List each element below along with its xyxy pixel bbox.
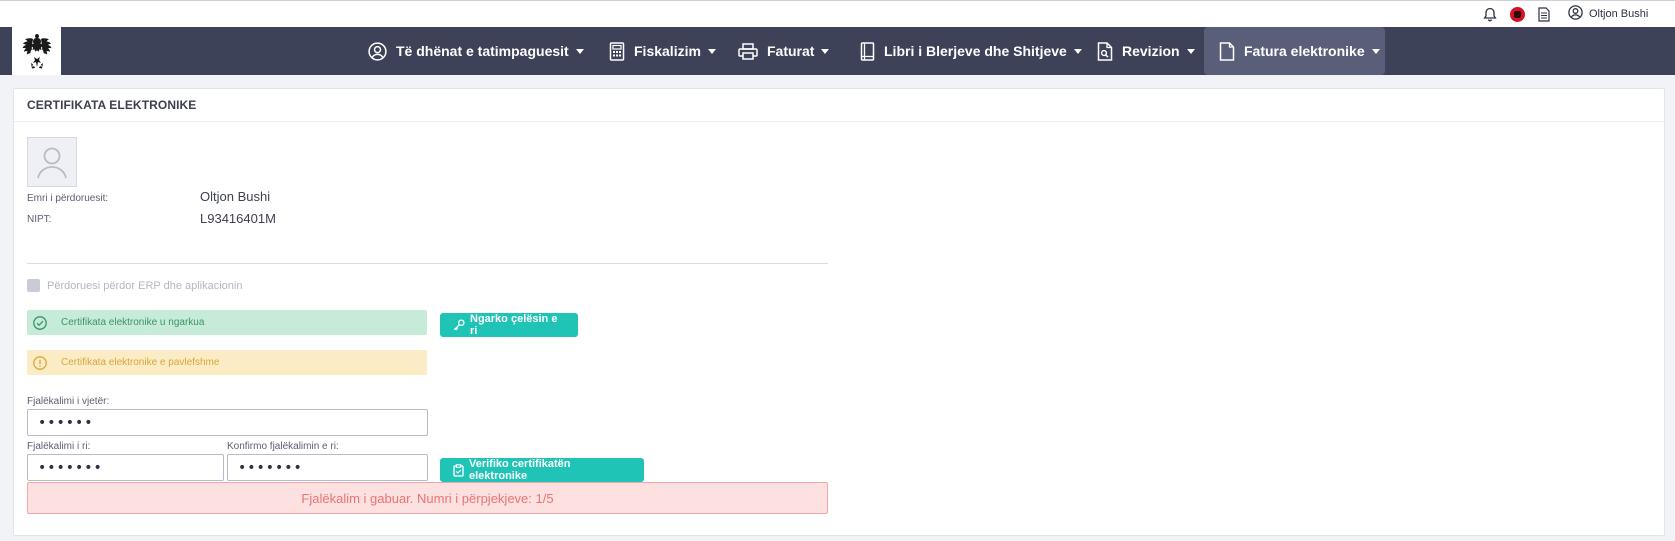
page-title: CERTIFIKATA ELEKTRONIKE	[27, 98, 197, 112]
erp-checkbox-label: Përdoruesi përdor ERP dhe aplikacionin	[47, 279, 243, 292]
chevron-down-icon	[1186, 48, 1195, 54]
nipt-value: L93416401M	[200, 211, 276, 226]
certificate-card: CERTIFIKATA ELEKTRONIKE Emri i përdorues…	[13, 88, 1665, 536]
document-icon[interactable]	[1538, 6, 1550, 22]
chevron-down-icon	[575, 48, 584, 54]
printer-icon	[738, 42, 758, 60]
warning-circle-icon	[33, 355, 47, 370]
user-circle-icon	[1568, 4, 1583, 24]
key-icon	[453, 319, 465, 331]
divider	[27, 263, 828, 264]
warning-alert-text: Certifikata elektronike e pavlefshme	[61, 357, 220, 368]
nav-faturat[interactable]: Faturat	[738, 27, 830, 75]
verify-certificate-button[interactable]: Verifiko certifikatën elektronike	[440, 458, 644, 482]
certificate-invalid-alert: Certifikata elektronike e pavlefshme	[27, 350, 427, 375]
user-menu[interactable]: Oltjon Bushi	[1568, 4, 1649, 24]
book-icon	[860, 41, 875, 61]
old-password-label: Fjalëkalimi i vjetër:	[27, 396, 110, 407]
username-label: Emri i përdoruesit:	[27, 193, 109, 204]
chevron-down-icon	[1073, 48, 1082, 54]
user-circle-icon	[368, 41, 387, 61]
certificate-uploaded-alert: Certifikata elektronike u ngarkua	[27, 310, 427, 335]
upload-new-key-button[interactable]: Ngarko çelësin e ri	[440, 313, 578, 337]
clipboard-check-icon	[453, 463, 464, 477]
calculator-icon	[609, 41, 625, 61]
confirm-password-label: Konfirmo fjalëkalimin e ri:	[227, 441, 339, 452]
albania-flag-icon[interactable]	[1510, 6, 1525, 22]
erp-checkbox-row[interactable]: Përdoruesi përdor ERP dhe aplikacionin	[27, 279, 242, 292]
chevron-down-icon	[1371, 48, 1380, 54]
success-alert-text: Certifikata elektronike u ngarkua	[61, 317, 205, 328]
main-navbar: Të dhënat e tatimpaguesit Fiskalizim Fat…	[0, 27, 1675, 75]
nipt-label: NIPT:	[27, 214, 52, 225]
top-utility-bar: Oltjon Bushi	[0, 0, 1675, 27]
albanian-eagle-logo[interactable]	[12, 27, 61, 75]
username-value: Oltjon Bushi	[200, 189, 271, 204]
check-circle-icon	[33, 315, 47, 330]
avatar	[27, 137, 77, 187]
e-invoice-icon	[1219, 41, 1235, 61]
user-name: Oltjon Bushi	[1589, 8, 1649, 20]
nav-revizion[interactable]: Revizion	[1097, 27, 1195, 75]
new-password-label: Fjalëkalimi i ri:	[27, 441, 91, 452]
nav-fiskalizim[interactable]: Fiskalizim	[609, 27, 716, 75]
password-error-message: Fjalëkalim i gabuar. Numri i përpjekjeve…	[27, 482, 828, 514]
nav-e-invoice[interactable]: Fatura elektronike	[1204, 27, 1385, 75]
chevron-down-icon	[707, 48, 716, 54]
chevron-down-icon	[821, 48, 830, 54]
confirm-password-field[interactable]: •••••••	[227, 454, 428, 481]
card-header: CERTIFIKATA ELEKTRONIKE	[14, 89, 1664, 122]
new-password-field[interactable]: •••••••	[27, 454, 224, 481]
nav-taxpayer-data[interactable]: Të dhënat e tatimpaguesit	[368, 27, 584, 75]
audit-document-icon	[1097, 41, 1113, 61]
old-password-field[interactable]: ••••••	[27, 409, 428, 436]
nav-purchase-sales-book[interactable]: Libri i Blerjeve dhe Shitjeve	[860, 27, 1082, 75]
bell-icon[interactable]	[1483, 6, 1497, 22]
erp-checkbox[interactable]	[27, 279, 40, 292]
